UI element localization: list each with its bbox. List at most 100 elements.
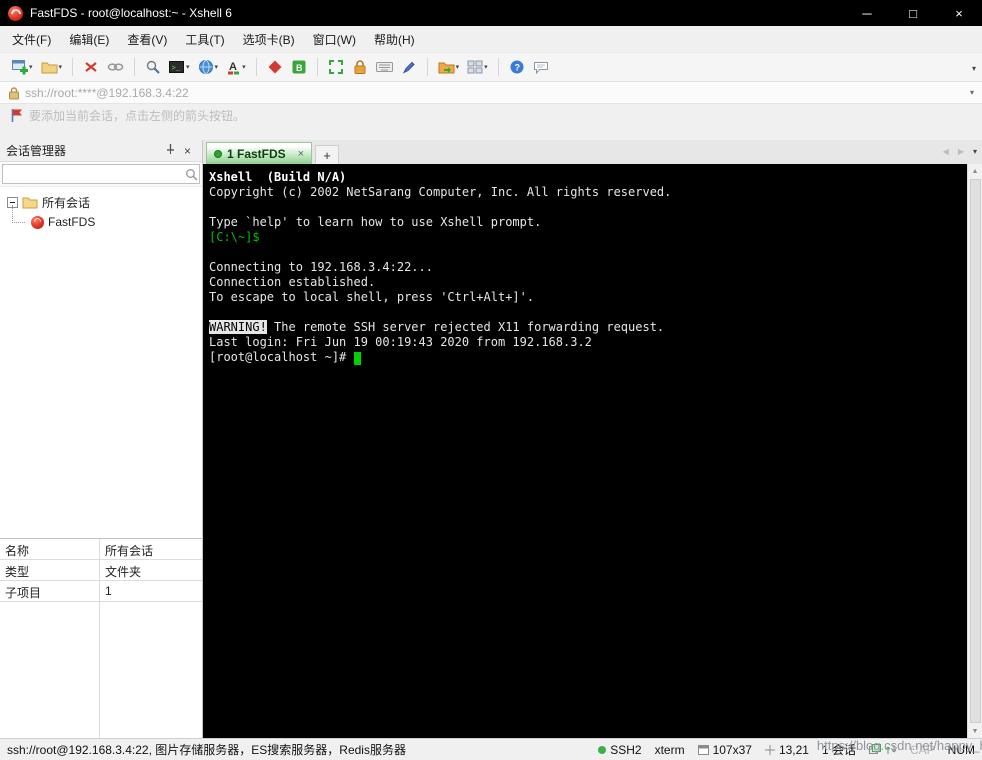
window-title: FastFDS - root@localhost:~ - Xshell 6 [30,6,232,20]
minimize-button[interactable]: ─ [844,0,890,26]
property-row: 名称 所有会话 [0,539,202,560]
scroll-down-icon[interactable]: ▼ [968,724,982,738]
tree-item-label[interactable]: FastFDS [48,215,95,229]
content-area: 1 FastFDS × + ◀ ▶ ▾ Xshell (Build N/A) Co… [203,140,982,738]
status-indicators [868,744,897,755]
cursor-position-label: 13,21 [778,742,809,757]
connected-dot-icon [598,745,607,754]
menu-bar: 文件(F) 编辑(E) 查看(V) 工具(T) 选项卡(B) 窗口(W) 帮助(… [0,26,982,52]
terminal-line: To escape to local shell, press 'Ctrl+Al… [209,290,535,304]
property-name: 子项目 [0,581,100,601]
xshell-logo-icon [8,5,23,21]
xmanager-button[interactable] [265,56,285,78]
address-value[interactable]: ssh://root:****@192.168.3.4:22 [25,86,189,100]
property-name: 名称 [0,539,100,559]
toolbar-separator [72,58,74,76]
toolbar-overflow-button[interactable]: ▾ [972,64,976,73]
property-row: 类型 文件夹 [0,560,202,581]
lock-icon [9,86,19,99]
main-area: 会话管理器 × 所有会话 FastFDS 名称 所有会话 类型 文件夹 子项目 … [0,140,982,738]
xftp-icon: B [292,60,306,74]
web-button[interactable]: ▾ [196,56,221,78]
window-indicator-icon [868,744,881,754]
chevron-down-icon[interactable]: ▾ [242,63,246,71]
toolbar-separator [316,58,318,76]
reconnect-button[interactable] [105,56,126,78]
fullscreen-button[interactable] [326,56,346,78]
file-transfer-button[interactable]: ▾ [436,57,462,78]
tab-scroll-left-icon[interactable]: ◀ [943,147,949,156]
session-search-input[interactable] [3,167,184,181]
tab-navigation: ◀ ▶ ▾ [943,147,977,156]
font-color-button[interactable]: A ▾ [224,56,248,78]
new-session-button[interactable]: ▾ [10,56,35,78]
menu-help[interactable]: 帮助(H) [365,27,424,52]
compose-button[interactable] [399,56,419,78]
lock-screen-button[interactable] [350,56,370,78]
terminal-line: [C:\~]$ [209,230,267,244]
svg-text:>_: >_ [172,65,181,73]
new-tab-button[interactable]: + [315,145,339,164]
close-panel-button[interactable]: × [179,144,196,158]
terminal-scrollbar[interactable]: ▲ ▼ [967,164,982,738]
help-icon: ? [510,60,524,74]
chevron-down-icon[interactable]: ▾ [59,63,63,71]
chevron-down-icon[interactable]: ▾ [456,63,460,71]
terminal-line: [root@localhost ~]# [209,350,967,365]
new-terminal-button[interactable]: >_ ▾ [167,57,192,78]
window-layout-button[interactable]: ▾ [465,56,490,78]
terminal-line: Copyright (c) 2002 NetSarang Computer, I… [209,185,672,199]
menu-view[interactable]: 查看(V) [118,27,176,52]
terminal-line: Xshell (Build N/A) [209,170,347,184]
tree-item-label[interactable]: 所有会话 [42,194,90,211]
property-value: 文件夹 [105,565,142,579]
help-button[interactable]: ? [507,56,527,78]
menu-window[interactable]: 窗口(W) [304,27,365,52]
tab-close-button[interactable]: × [298,148,304,160]
disconnect-button[interactable] [81,56,101,78]
session-search-box[interactable] [2,164,200,184]
svg-text:?: ? [514,63,520,73]
chevron-down-icon[interactable]: ▾ [484,63,488,71]
menu-edit[interactable]: 编辑(E) [60,27,118,52]
pin-panel-button[interactable] [162,143,179,158]
close-button[interactable]: × [936,0,982,26]
tree-item-all-sessions[interactable]: 所有会话 [0,192,202,212]
toolbar: ▾ ▾ >_ ▾ ▾ A ▾ B ▾ ▾ ? ▾ [0,52,982,82]
terminal-icon: >_ [169,60,185,73]
flag-icon [11,108,22,122]
scrollbar-thumb[interactable] [969,179,981,723]
feedback-button[interactable] [531,57,551,78]
chevron-down-icon[interactable]: ▾ [29,63,33,71]
svg-text:B: B [296,63,303,73]
chevron-down-icon[interactable]: ▾ [215,63,219,71]
property-row: 子项目 1 [0,581,202,602]
address-bar[interactable]: ssh://root:****@192.168.3.4:22 ▾ [0,82,982,104]
tab-scroll-right-icon[interactable]: ▶ [958,147,964,156]
menu-tabs[interactable]: 选项卡(B) [234,27,304,52]
menu-file[interactable]: 文件(F) [3,27,60,52]
status-terminal-size: 107x37 [697,743,752,757]
scroll-up-icon[interactable]: ▲ [968,164,982,178]
tab-fastfds[interactable]: 1 FastFDS × [206,142,312,164]
window-controls: ─ □ × [844,0,982,26]
terminal[interactable]: Xshell (Build N/A) Copyright (c) 2002 Net… [203,164,967,738]
info-message: 要添加当前会话，点击左侧的箭头按钮。 [29,108,246,123]
tree-item-fastfds[interactable]: FastFDS [0,205,202,232]
protocol-label: SSH2 [610,742,642,757]
search-icon[interactable] [184,167,199,182]
tab-list-dropdown-icon[interactable]: ▾ [973,147,977,156]
address-dropdown-icon[interactable]: ▾ [970,88,974,97]
chevron-down-icon[interactable]: ▾ [186,63,190,71]
lock-icon [354,60,366,74]
open-button[interactable]: ▾ [39,57,65,78]
maximize-button[interactable]: □ [890,0,936,26]
tab-label[interactable]: 1 FastFDS [227,147,291,161]
xftp-button[interactable]: B [289,56,309,78]
find-button[interactable] [143,56,163,78]
terminal-line: Connecting to 192.168.3.4:22... [209,260,433,274]
menu-tools[interactable]: 工具(T) [176,27,233,52]
virtual-keyboard-button[interactable] [374,57,395,77]
num-lock-indicator: NUM [947,742,975,757]
